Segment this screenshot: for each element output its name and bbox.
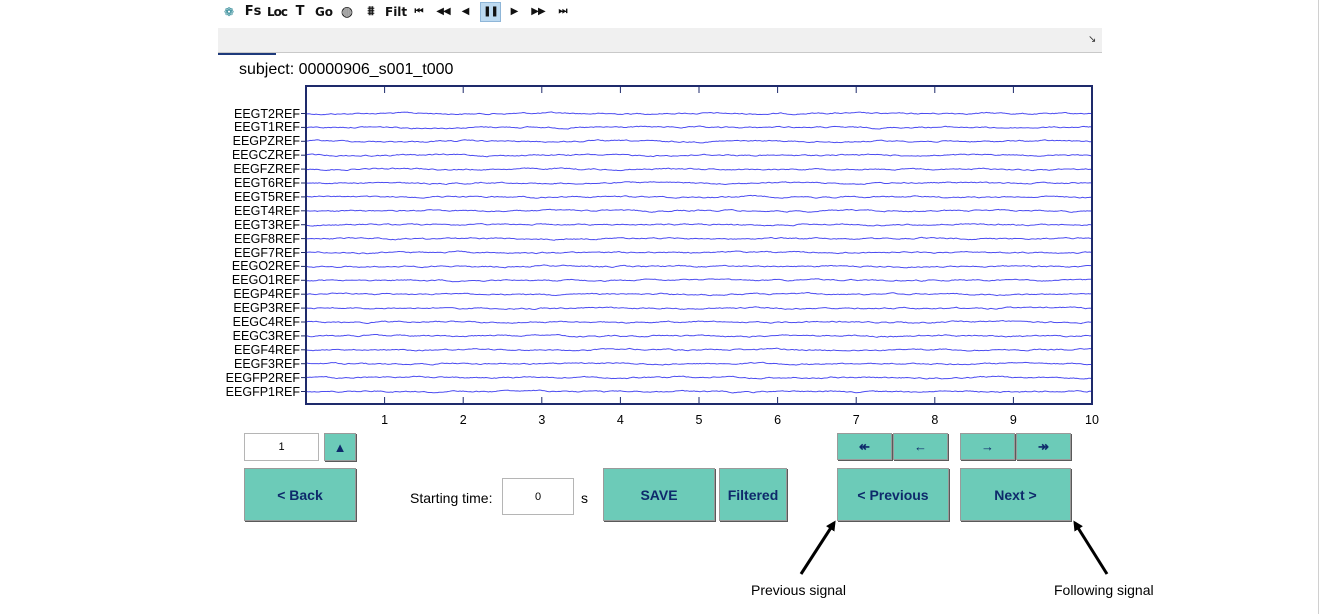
previous-signal-arrow [799, 520, 836, 575]
previous-signal-annotation: Previous signal [751, 582, 846, 598]
annotation-arrows [799, 520, 1109, 575]
following-signal-arrow [1073, 520, 1109, 575]
following-signal-annotation: Following signal [1054, 582, 1154, 598]
